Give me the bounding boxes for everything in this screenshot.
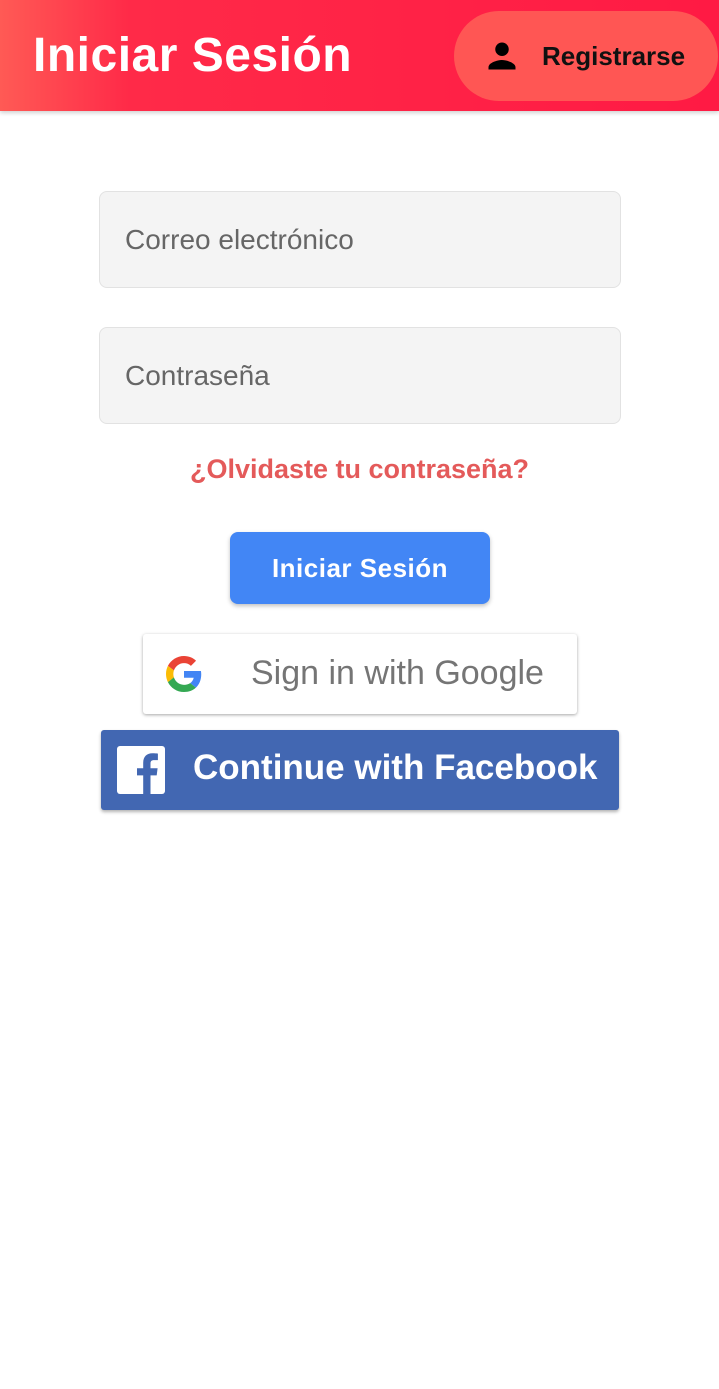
facebook-sign-in-label: Continue with Facebook xyxy=(193,748,598,787)
page-title: Iniciar Sesión xyxy=(33,29,353,82)
register-button[interactable]: Registrarse xyxy=(454,11,718,101)
forgot-password-link[interactable]: ¿Olvidaste tu contraseña? xyxy=(0,454,719,485)
google-sign-in-button[interactable]: Sign in with Google xyxy=(143,634,577,714)
register-label: Registrarse xyxy=(542,41,686,71)
password-field[interactable] xyxy=(100,328,620,423)
person-icon xyxy=(488,42,516,70)
app-bar: Iniciar Sesión Registrarse xyxy=(0,0,719,111)
google-sign-in-label: Sign in with Google xyxy=(251,654,544,692)
email-field[interactable] xyxy=(100,192,620,287)
login-button[interactable]: Iniciar Sesión xyxy=(230,532,490,604)
facebook-sign-in-button[interactable]: Continue with Facebook xyxy=(101,730,619,810)
email-field-container xyxy=(99,191,621,288)
facebook-f-icon xyxy=(117,746,165,794)
google-g-icon xyxy=(166,656,202,692)
password-field-container xyxy=(99,327,621,424)
